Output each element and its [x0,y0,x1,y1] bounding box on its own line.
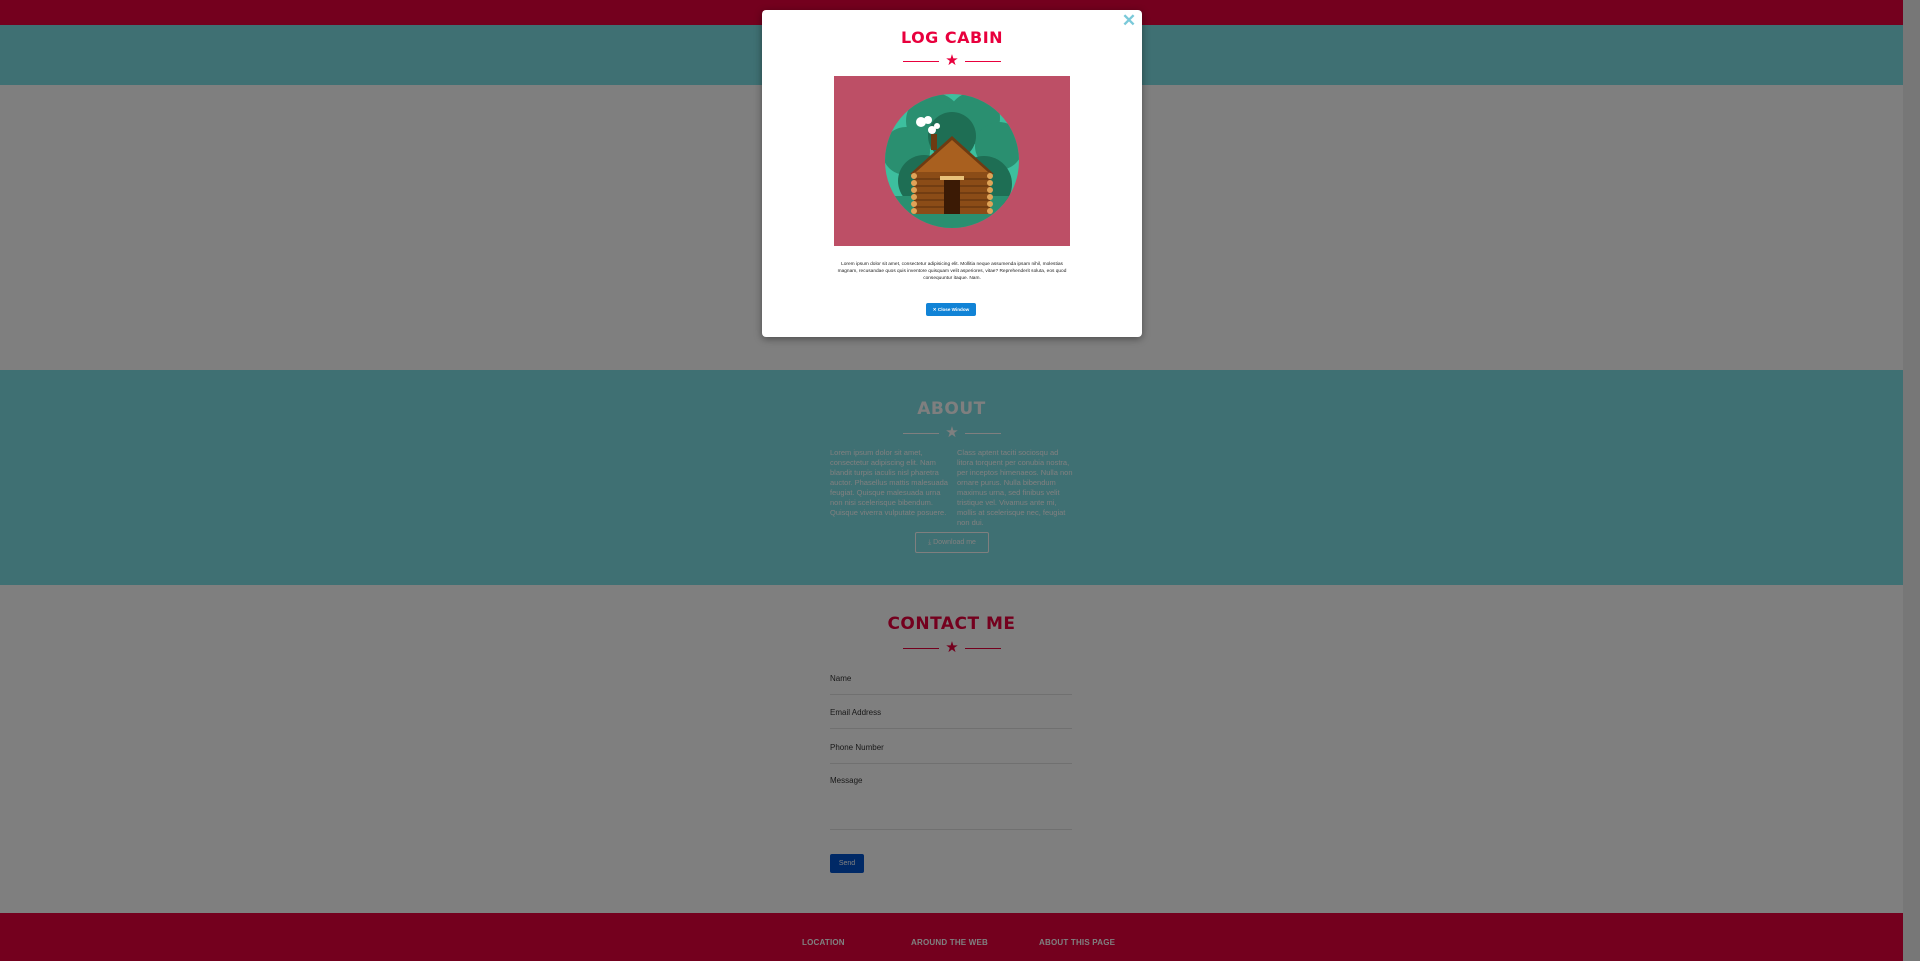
modal-divider: ★ [903,53,1001,69]
divider-line [965,61,1001,62]
star-icon: ★ [945,52,959,69]
close-window-button[interactable]: ✕ Close Window [926,303,976,316]
modal-title: LOG CABIN [900,28,1004,47]
close-window-label: Close Window [937,307,970,312]
log-cabin-image [834,76,1070,246]
times-icon: ✕ [932,307,937,312]
log-cabin-illustration [885,94,1019,228]
modal-description: Lorem ipsum dolor sit amet, consectetur … [837,262,1067,281]
divider-line [903,61,939,62]
portfolio-modal: ✕ LOG CABIN ★ Lorem ipsum dolor sit amet… [762,10,1142,337]
